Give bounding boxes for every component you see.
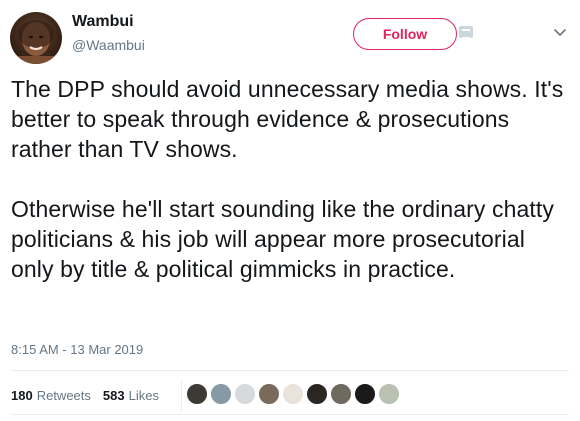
liker-avatar[interactable] xyxy=(258,383,280,405)
liker-avatar[interactable] xyxy=(330,383,352,405)
liker-avatar[interactable] xyxy=(378,383,400,405)
tweet-header: Wambui @Waambui Follow xyxy=(0,0,580,70)
stats-separator xyxy=(181,379,182,411)
avatar-portrait-icon xyxy=(10,20,62,64)
follow-button-label: Follow xyxy=(382,26,428,42)
liker-avatar[interactable] xyxy=(210,383,232,405)
tweet-paragraph: Otherwise he'll start sounding like the … xyxy=(11,196,554,282)
tweet-paragraph: The DPP should avoid unnecessary media s… xyxy=(11,76,564,162)
divider xyxy=(11,370,569,371)
likes-stat[interactable]: 583 Likes xyxy=(103,388,159,403)
divider xyxy=(11,414,569,415)
likes-count: 583 xyxy=(102,387,125,403)
retweets-count: 180 xyxy=(11,387,33,403)
tweet-text: The DPP should avoid unnecessary media s… xyxy=(11,74,571,284)
liker-avatar[interactable] xyxy=(234,383,256,405)
display-name[interactable]: Wambui xyxy=(72,13,134,31)
liker-avatar[interactable] xyxy=(306,383,328,405)
chevron-down-icon[interactable] xyxy=(553,25,567,39)
liker-avatar[interactable] xyxy=(354,383,376,405)
retweets-stat[interactable]: 180 Retweets xyxy=(11,388,91,403)
liker-avatar[interactable] xyxy=(282,383,304,405)
user-avatar[interactable] xyxy=(10,12,62,64)
likes-label: Likes xyxy=(128,387,159,403)
user-handle[interactable]: @Waambui xyxy=(72,37,145,53)
follow-button[interactable]: Follow xyxy=(353,18,457,50)
tweet-timestamp[interactable]: 8:15 AM - 13 Mar 2019 xyxy=(11,342,143,357)
tweet-stats: 180 Retweets 583 Likes xyxy=(11,379,182,411)
retweets-label: Retweets xyxy=(36,387,91,403)
follow-badge-icon xyxy=(459,26,473,39)
liker-avatar[interactable] xyxy=(186,383,208,405)
